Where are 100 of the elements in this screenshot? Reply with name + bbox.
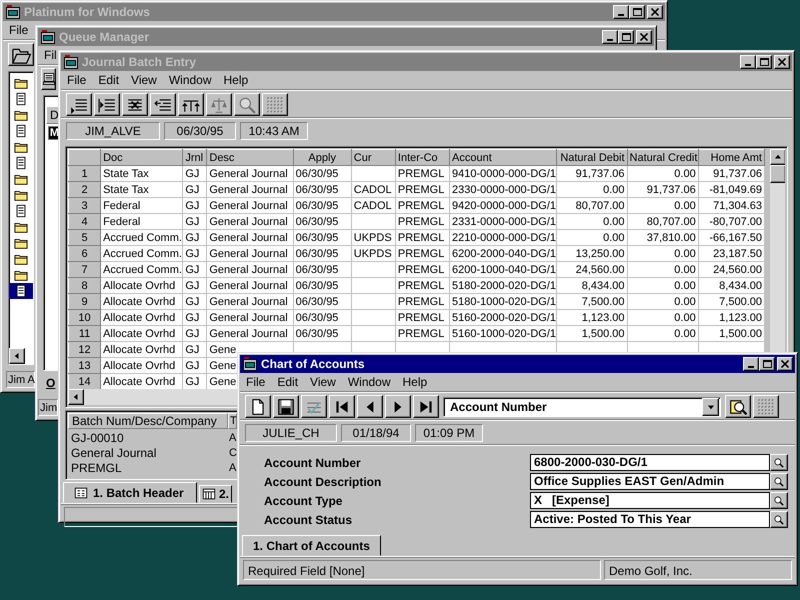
toolbar-button[interactable] [8,43,34,66]
toolbar-button[interactable] [41,68,56,90]
close-icon [778,58,786,66]
row-header[interactable]: 14 [68,374,101,389]
column-header[interactable]: Home Amt [698,150,764,166]
column-header[interactable]: Account [450,150,557,166]
maximize-button[interactable] [629,5,645,19]
row-header[interactable]: 4 [68,214,101,230]
input-field[interactable]: 6800-2000-030-DG/1 [530,454,770,471]
column-header[interactable]: Cur [351,150,396,166]
tab[interactable]: 1. Chart of Accounts [242,535,381,556]
toolbar-button[interactable] [273,395,299,418]
row-header[interactable]: 10 [68,310,101,326]
column-header[interactable]: Jrnl [182,150,207,166]
toolbar-button[interactable] [413,395,439,418]
menu-item[interactable]: View [125,73,163,87]
menu-item[interactable]: View [304,375,342,389]
toolbar-button[interactable] [66,93,92,116]
table-cell: -66,167.50 [698,230,764,246]
scroll-up-button[interactable] [770,149,785,165]
toolbar-button[interactable] [150,93,176,116]
row-header[interactable]: 6 [68,246,101,262]
toolbar-button[interactable] [357,395,383,418]
column-header[interactable]: Doc [100,150,183,166]
input-field[interactable]: Active: Posted To This Year [530,511,770,528]
close-button[interactable] [777,357,793,371]
menu-item[interactable]: File [240,375,272,389]
maximize-button[interactable] [618,30,634,44]
maximize-button[interactable] [759,357,775,371]
minimize-button[interactable] [743,357,759,371]
row-header[interactable]: 1 [68,166,101,182]
minimize-button[interactable] [602,30,618,44]
close-button[interactable] [774,55,790,69]
panel-text: C [228,446,237,461]
input-field[interactable]: Office Supplies EAST Gen/Admin [530,473,770,490]
dropdown[interactable]: Account Number [443,396,721,416]
scroll-left-button[interactable] [9,348,25,364]
tab[interactable]: 1. Batch Header [63,482,197,503]
tab[interactable]: O [45,374,56,396]
maximize-button[interactable] [756,55,772,69]
row-header[interactable]: 2 [68,182,101,198]
grid-icon [757,398,775,416]
input-field[interactable]: X [Expense] [530,492,770,509]
row-header[interactable]: 9 [68,294,101,310]
table-cell: 0.00 [627,294,698,310]
window-title: Queue Manager [59,30,150,44]
table-cell: Allocate Ovrhd [100,326,183,342]
close-button[interactable] [636,30,652,44]
row-header[interactable]: 7 [68,262,101,278]
table-cell: PREMGL [395,230,450,246]
menu-item[interactable]: Help [396,375,434,389]
lookup-button[interactable] [770,473,788,490]
table-cell: 91,737.06 [627,182,698,198]
lookup-button[interactable] [770,492,788,509]
menu-item[interactable]: Edit [92,73,126,87]
toolbar-button[interactable] [245,395,271,418]
tab[interactable]: 2. [199,485,232,503]
dropdown-button[interactable] [702,398,719,416]
table-cell: 0.00 [556,230,628,246]
lookup-button[interactable] [770,511,788,528]
minimize-button[interactable] [613,5,629,19]
column-header[interactable]: Apply [293,150,352,166]
grid-icon [266,96,284,114]
toolbar-button[interactable] [385,395,411,418]
field-label: Account Number [264,456,362,470]
menu-item[interactable]: Window [342,375,397,389]
menu-item[interactable]: Help [218,73,254,87]
lookup-button[interactable] [770,454,788,471]
row-header[interactable]: 3 [68,198,101,214]
row-header[interactable]: 8 [68,278,101,294]
table-cell: 06/30/95 [293,262,352,278]
row-header[interactable]: 12 [68,342,101,358]
menu-item[interactable]: File [3,23,34,37]
column-header[interactable]: Natural Credit [627,150,698,166]
list-item[interactable] [9,283,33,299]
table-cell: General Journal [206,166,294,182]
toolbar-button[interactable] [122,93,148,116]
toolbar-button[interactable] [725,395,751,418]
toolbar-button[interactable] [94,93,120,116]
toolbar-button[interactable] [178,93,204,116]
row-header[interactable]: 13 [68,358,101,374]
column-header[interactable]: Inter-Co [395,150,450,166]
menu-item[interactable]: Window [162,73,218,87]
scroll-thumb[interactable] [770,165,785,183]
toolbar-button[interactable] [329,395,355,418]
row-header[interactable]: 11 [68,326,101,342]
row-header[interactable]: 5 [68,230,101,246]
column-header[interactable]: Natural Debit [556,150,628,166]
minimize-button[interactable] [740,55,756,69]
menu-item[interactable]: Fil [38,48,63,62]
app-icon [40,29,56,45]
table-cell: GJ [182,374,207,389]
menu-item[interactable]: File [61,73,92,87]
table-cell: 5160-2000-020-DG/1 [450,310,557,326]
table-cell: PREMGL [395,262,450,278]
close-button[interactable] [647,5,663,19]
scroll-left-button[interactable] [68,389,84,405]
column-header[interactable]: Desc [206,150,294,166]
folder-icon [14,220,28,234]
table-cell: 24,560.00 [556,262,628,278]
